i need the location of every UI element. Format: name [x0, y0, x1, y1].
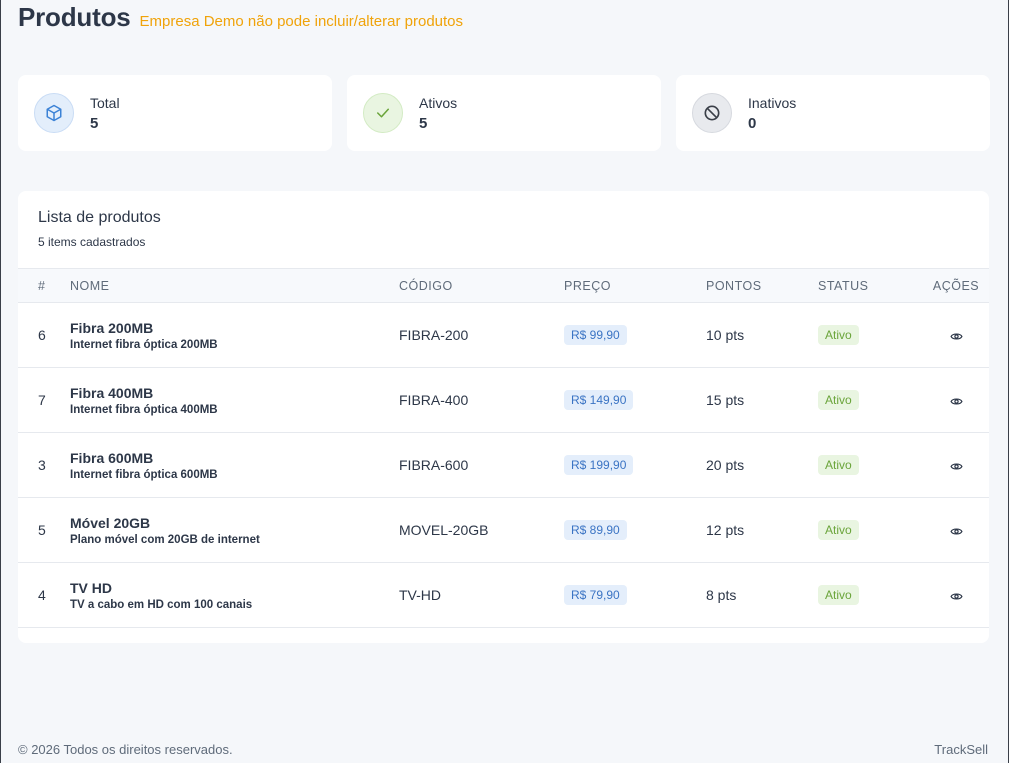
price-badge: R$ 99,90	[564, 325, 627, 345]
page-header: Produtos Empresa Demo não pode incluir/a…	[18, 2, 463, 33]
stat-value-inactive: 0	[748, 114, 757, 132]
ban-icon	[692, 93, 732, 133]
status-badge: Ativo	[818, 325, 859, 345]
table-row: 7 Fibra 400MB Internet fibra óptica 400M…	[18, 368, 989, 433]
view-eye-icon[interactable]	[949, 395, 963, 408]
actions-cell	[923, 498, 989, 563]
status-cell: Ativo	[818, 433, 923, 498]
price-cell: R$ 89,90	[564, 498, 706, 563]
view-eye-icon[interactable]	[949, 525, 963, 538]
product-code: FIBRA-200	[399, 327, 469, 343]
product-code: FIBRA-600	[399, 457, 469, 473]
product-description: TV a cabo em HD com 100 canais	[70, 598, 253, 611]
price-cell: R$ 79,90	[564, 563, 706, 628]
stat-card-active: Ativos 5	[347, 75, 661, 151]
stat-label-total: Total	[90, 94, 120, 111]
price-badge: R$ 199,90	[564, 455, 634, 475]
box-icon	[34, 93, 74, 133]
product-name: Fibra 600MB	[70, 449, 154, 466]
stat-card-total: Total 5	[18, 75, 332, 151]
stat-value-active: 5	[419, 114, 428, 132]
header-code: CÓDIGO	[399, 278, 453, 293]
panel-title: Lista de produtos	[38, 209, 161, 226]
product-points: 20 pts	[706, 457, 745, 473]
view-eye-icon[interactable]	[949, 330, 963, 343]
stat-card-inactive: Inativos 0	[676, 75, 990, 151]
row-id: 5	[38, 522, 46, 538]
product-description: Internet fibra óptica 200MB	[70, 338, 218, 351]
price-badge: R$ 79,90	[564, 585, 627, 605]
row-id: 7	[38, 392, 46, 408]
actions-cell	[923, 368, 989, 433]
status-badge: Ativo	[818, 520, 859, 540]
status-badge: Ativo	[818, 585, 859, 605]
stats-row: Total 5 Ativos 5 Inativos 0	[18, 75, 990, 151]
table-row: 3 Fibra 600MB Internet fibra óptica 600M…	[18, 433, 989, 498]
header-price: PREÇO	[564, 278, 611, 293]
row-name-cell: Fibra 600MB Internet fibra óptica 600MB	[70, 433, 399, 498]
product-description: Internet fibra óptica 600MB	[70, 468, 218, 481]
product-description: Plano móvel com 20GB de internet	[70, 533, 260, 546]
product-points: 10 pts	[706, 327, 745, 343]
table-header-row: # NOME CÓDIGO PREÇO PONTOS STATUS AÇÕES	[18, 268, 989, 303]
stat-label-active: Ativos	[419, 94, 458, 111]
product-points: 8 pts	[706, 587, 737, 603]
page-title: Produtos	[18, 2, 131, 32]
product-name: Fibra 400MB	[70, 384, 154, 401]
product-name: Fibra 200MB	[70, 319, 154, 336]
check-icon	[363, 93, 403, 133]
header-id: #	[38, 278, 46, 293]
footer-copyright: © 2026 Todos os direitos reservados.	[18, 742, 233, 757]
stat-value-total: 5	[90, 114, 99, 132]
status-cell: Ativo	[818, 368, 923, 433]
row-name-cell: Móvel 20GB Plano móvel com 20GB de inter…	[70, 498, 399, 563]
status-cell: Ativo	[818, 303, 923, 368]
row-id: 3	[38, 457, 46, 473]
price-cell: R$ 149,90	[564, 368, 706, 433]
products-panel: Lista de produtos 5 items cadastrados # …	[18, 191, 989, 643]
products-table: # NOME CÓDIGO PREÇO PONTOS STATUS AÇÕES …	[18, 268, 989, 628]
price-badge: R$ 89,90	[564, 520, 627, 540]
header-actions: AÇÕES	[932, 278, 980, 293]
product-points: 15 pts	[706, 392, 745, 408]
row-id: 6	[38, 327, 46, 343]
price-badge: R$ 149,90	[564, 390, 634, 410]
product-points: 12 pts	[706, 522, 745, 538]
product-name: TV HD	[70, 579, 112, 596]
status-cell: Ativo	[818, 498, 923, 563]
product-name: Móvel 20GB	[70, 514, 151, 531]
table-row: 6 Fibra 200MB Internet fibra óptica 200M…	[18, 303, 989, 368]
header-points: PONTOS	[706, 278, 762, 293]
actions-cell	[923, 303, 989, 368]
header-name: NOME	[70, 278, 110, 293]
price-cell: R$ 99,90	[564, 303, 706, 368]
product-description: Internet fibra óptica 400MB	[70, 403, 218, 416]
price-cell: R$ 199,90	[564, 433, 706, 498]
actions-cell	[923, 563, 989, 628]
stat-label-inactive: Inativos	[748, 94, 797, 111]
table-row: 5 Móvel 20GB Plano móvel com 20GB de int…	[18, 498, 989, 563]
status-badge: Ativo	[818, 390, 859, 410]
header-status: STATUS	[818, 278, 869, 293]
product-code: MOVEL-20GB	[399, 522, 489, 538]
demo-warning-message: Empresa Demo não pode incluir/alterar pr…	[139, 13, 464, 30]
row-name-cell: TV HD TV a cabo em HD com 100 canais	[70, 563, 399, 628]
product-code: FIBRA-400	[399, 392, 469, 408]
table-row: 4 TV HD TV a cabo em HD com 100 canais T…	[18, 563, 989, 628]
actions-cell	[923, 433, 989, 498]
panel-subtitle: 5 items cadastrados	[38, 235, 146, 249]
row-name-cell: Fibra 200MB Internet fibra óptica 200MB	[70, 303, 399, 368]
product-code: TV-HD	[399, 587, 441, 603]
status-badge: Ativo	[818, 455, 859, 475]
footer-brand: TrackSell	[934, 742, 988, 757]
status-cell: Ativo	[818, 563, 923, 628]
row-name-cell: Fibra 400MB Internet fibra óptica 400MB	[70, 368, 399, 433]
row-id: 4	[38, 587, 46, 603]
view-eye-icon[interactable]	[949, 590, 963, 603]
view-eye-icon[interactable]	[949, 460, 963, 473]
